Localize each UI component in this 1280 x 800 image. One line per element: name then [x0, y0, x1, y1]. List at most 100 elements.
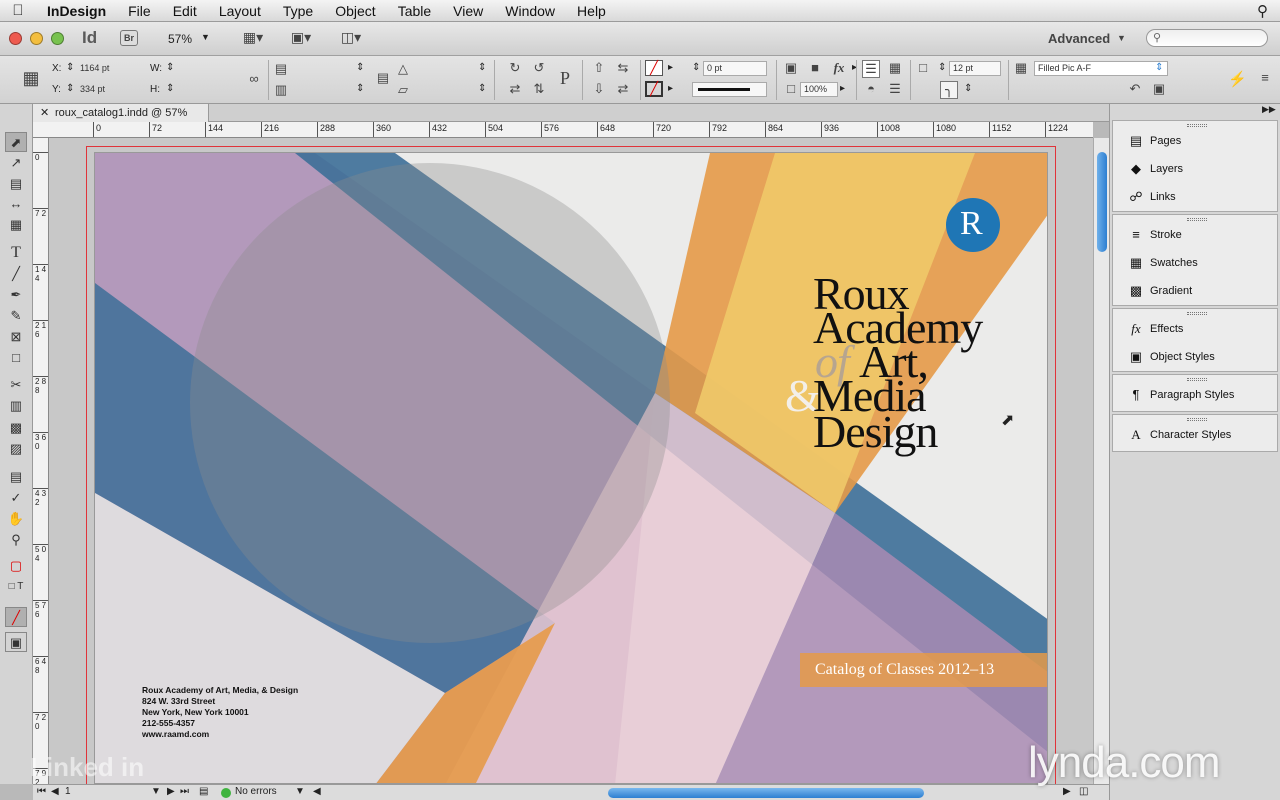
rotate-stepper[interactable]: ⇕	[478, 62, 486, 73]
gradient-feather-tool-icon[interactable]: ▨	[5, 439, 27, 459]
menu-window[interactable]: Window	[494, 3, 566, 19]
preflight-dropdown-icon[interactable]: ▼	[295, 786, 305, 797]
spotlight-search-icon[interactable]: ⚲	[1257, 2, 1268, 20]
gradient-swatch-tool-icon[interactable]: ▩	[5, 418, 27, 438]
fill-stroke-swatch-icon[interactable]: ▢	[5, 556, 27, 576]
horizontal-ruler[interactable]: 0 72 144 216 288 360 432 504 576 648 720…	[33, 122, 1093, 138]
preflight-status[interactable]: No errors	[235, 786, 277, 797]
select-container-icon[interactable]: ⇧	[590, 60, 608, 76]
fill-swatch-icon[interactable]: ╱	[645, 60, 663, 76]
pen-tool-icon[interactable]: ✒	[5, 285, 27, 305]
select-previous-icon[interactable]: ⇆	[614, 60, 632, 76]
constrain-proportions-icon[interactable]: ∞	[245, 71, 263, 86]
clear-overrides-icon[interactable]: ↶	[1126, 81, 1144, 97]
text-wrap-jump-icon[interactable]: ☰	[886, 81, 904, 97]
hand-tool-icon[interactable]: ✋	[5, 509, 27, 529]
menu-file[interactable]: File	[117, 3, 162, 19]
inset-field[interactable]: 12 pt	[949, 61, 1001, 76]
chevron-down-icon[interactable]: ▼	[1117, 33, 1126, 43]
zoom-level[interactable]: 57%	[168, 32, 192, 46]
w-stepper-icon[interactable]: ⇕	[166, 62, 174, 73]
note-tool-icon[interactable]: ▤	[5, 467, 27, 487]
stroke-weight-stepper[interactable]: ⇕	[692, 62, 700, 73]
screen-mode-icon[interactable]: ▣▾	[284, 29, 318, 49]
line-tool-icon[interactable]: ╱	[5, 264, 27, 284]
panel-object-styles[interactable]: ▣ Object Styles	[1116, 343, 1280, 371]
eyedropper-tool-icon[interactable]: ✓	[5, 488, 27, 508]
y-stepper-icon[interactable]: ⇕	[66, 83, 74, 94]
stroke-swatch-icon[interactable]: ╱	[645, 81, 663, 97]
zoom-tool-icon[interactable]: ⚲	[5, 530, 27, 550]
scale-x-stepper[interactable]: ⇕	[356, 62, 364, 73]
scale-y-stepper[interactable]: ⇕	[356, 83, 364, 94]
minimize-window-button[interactable]	[30, 32, 43, 45]
panel-swatches[interactable]: ▦ Swatches	[1116, 249, 1280, 277]
panel-links[interactable]: ☍ Links	[1116, 183, 1280, 211]
h-stepper-icon[interactable]: ⇕	[166, 83, 174, 94]
zoom-window-button[interactable]	[51, 32, 64, 45]
bridge-button[interactable]: Br	[120, 30, 138, 46]
opacity-field[interactable]: 100%	[800, 82, 838, 97]
stroke-dropdown-icon[interactable]: ▸	[668, 83, 673, 94]
zoom-dropdown-icon[interactable]: ▼	[201, 32, 210, 42]
y-position-field[interactable]: 334 pt	[76, 82, 144, 97]
panel-pages[interactable]: ▤ Pages	[1116, 127, 1280, 155]
apple-menu-icon[interactable]: 	[0, 2, 36, 19]
pasteboard[interactable]: R Roux Academy of Art, & Media Design Ca…	[49, 138, 1093, 786]
flip-vertical-icon[interactable]: ⇅	[530, 81, 548, 97]
frame-inset-icon[interactable]: □	[914, 60, 932, 75]
vertical-scroll-thumb[interactable]	[1097, 152, 1107, 252]
help-search-field[interactable]: ⚲	[1146, 29, 1268, 47]
open-document-icon[interactable]: ▤	[199, 786, 208, 797]
x-stepper-icon[interactable]: ⇕	[66, 62, 74, 73]
menu-app-name[interactable]: InDesign	[36, 3, 117, 19]
selection-tool-icon[interactable]: ⬈	[5, 132, 27, 152]
quick-apply-icon[interactable]: ⚡	[1228, 70, 1247, 88]
close-window-button[interactable]	[9, 32, 22, 45]
document-page[interactable]: R Roux Academy of Art, & Media Design Ca…	[94, 152, 1048, 784]
apply-none-icon[interactable]: ╱	[5, 607, 27, 627]
menu-type[interactable]: Type	[272, 3, 324, 19]
shadow-toggle-icon[interactable]: ■	[806, 60, 824, 75]
corner-shape-icon[interactable]: ╮	[940, 81, 958, 99]
panel-menu-icon[interactable]: ≡	[1256, 70, 1274, 85]
first-page-icon[interactable]: ⏮	[37, 786, 46, 797]
menu-view[interactable]: View	[442, 3, 494, 19]
vertical-ruler[interactable]: 0 7 2 1 4 4 2 1 6 2 8 8 3 6 0 4 3 2 5 0 …	[33, 138, 49, 784]
view-options-icon[interactable]: ▦▾	[236, 29, 270, 49]
shear-stepper[interactable]: ⇕	[478, 83, 486, 94]
pencil-tool-icon[interactable]: ✎	[5, 306, 27, 326]
scale-x-icon[interactable]: ▤	[272, 61, 290, 77]
collapse-dock-icon[interactable]: ▶▶	[1262, 104, 1276, 115]
clear-attributes-icon[interactable]: ▣	[1150, 81, 1168, 97]
workspace-switcher[interactable]: Advanced	[1048, 31, 1110, 46]
reference-point-icon[interactable]: ▦	[22, 68, 40, 89]
corner-dropdown-icon[interactable]: ⇕	[964, 83, 972, 94]
close-tab-icon[interactable]: ✕	[40, 104, 49, 122]
vertical-scrollbar[interactable]	[1093, 138, 1109, 784]
rotate-angle-icon[interactable]: △	[394, 61, 412, 77]
object-style-stepper-icon[interactable]: ⇕	[1155, 62, 1163, 73]
formatting-affects-container-icon[interactable]: □ T	[5, 577, 27, 597]
page-tool-icon[interactable]: ▤	[5, 174, 27, 194]
effects-fx-icon[interactable]: fx	[830, 60, 848, 76]
select-content-icon[interactable]: ⇩	[590, 81, 608, 97]
x-position-field[interactable]: 1164 pt	[76, 61, 144, 76]
text-wrap-none-icon[interactable]: ☰	[862, 60, 880, 78]
object-style-dropdown[interactable]: Filled Pic A-F	[1034, 61, 1168, 76]
scissors-tool-icon[interactable]: ✂	[5, 375, 27, 395]
text-wrap-bbox-icon[interactable]: ▦	[886, 60, 904, 76]
drop-shadow-icon[interactable]: ▣	[782, 60, 800, 76]
page-dropdown-icon[interactable]: ▼	[151, 786, 161, 797]
menu-table[interactable]: Table	[387, 3, 442, 19]
shear-angle-icon[interactable]: ▱	[394, 82, 412, 98]
fill-dropdown-icon[interactable]: ▸	[668, 62, 673, 73]
content-collector-icon[interactable]: ▦	[5, 215, 27, 235]
screen-mode-tool-icon[interactable]: ▣	[5, 632, 27, 652]
panel-gradient[interactable]: ▩ Gradient	[1116, 277, 1280, 305]
type-tool-icon[interactable]: T	[5, 243, 27, 263]
scale-y-icon[interactable]: ▥	[272, 82, 290, 98]
inset-stepper[interactable]: ⇕	[938, 62, 946, 73]
text-wrap-shape-icon[interactable]: ◓	[862, 81, 880, 96]
next-page-icon[interactable]: ▶	[167, 786, 175, 797]
